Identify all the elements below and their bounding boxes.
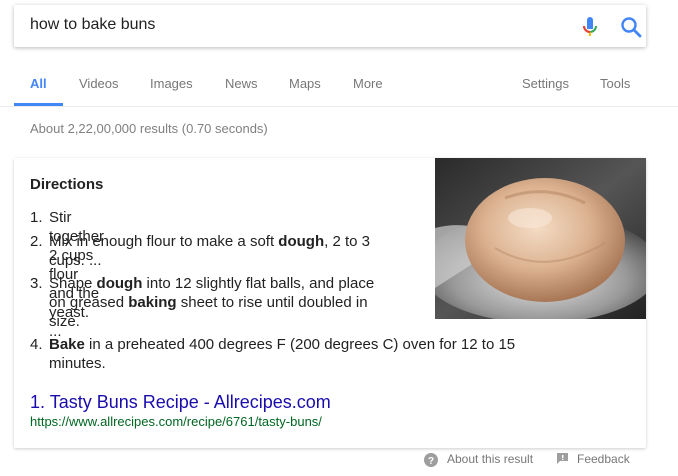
svg-text:?: ? [428, 456, 434, 467]
snippet-title: Directions [30, 176, 104, 193]
tab-news[interactable]: News [225, 76, 258, 91]
result-url[interactable]: https://www.allrecipes.com/recipe/6761/t… [30, 414, 322, 429]
bun-image[interactable] [435, 158, 646, 319]
tab-tools[interactable]: Tools [600, 76, 630, 91]
result-stats: About 2,22,00,000 results (0.70 seconds) [30, 121, 268, 136]
question-icon[interactable]: ? [424, 453, 438, 467]
tab-settings[interactable]: Settings [522, 76, 569, 91]
feedback-icon[interactable] [556, 452, 569, 465]
search-input[interactable]: how to bake buns [30, 16, 155, 34]
microphone-icon[interactable] [580, 16, 600, 38]
tab-more[interactable]: More [353, 76, 383, 91]
tab-videos[interactable]: Videos [79, 76, 119, 91]
tab-images[interactable]: Images [150, 76, 193, 91]
about-this-result-link[interactable]: About this result [447, 452, 533, 466]
search-icon[interactable] [620, 16, 642, 38]
feedback-link[interactable]: Feedback [577, 452, 630, 466]
tabs-divider [0, 106, 678, 107]
search-box[interactable]: how to bake buns [14, 5, 646, 47]
search-tabs: All Videos Images News Maps More Setting… [0, 60, 678, 106]
result-title-link[interactable]: 1. Tasty Buns Recipe - Allrecipes.com [30, 392, 331, 413]
featured-snippet: Directions 1. Stir together 2 cups flour… [14, 158, 646, 448]
tab-all[interactable]: All [30, 76, 47, 91]
tab-maps[interactable]: Maps [289, 76, 321, 91]
